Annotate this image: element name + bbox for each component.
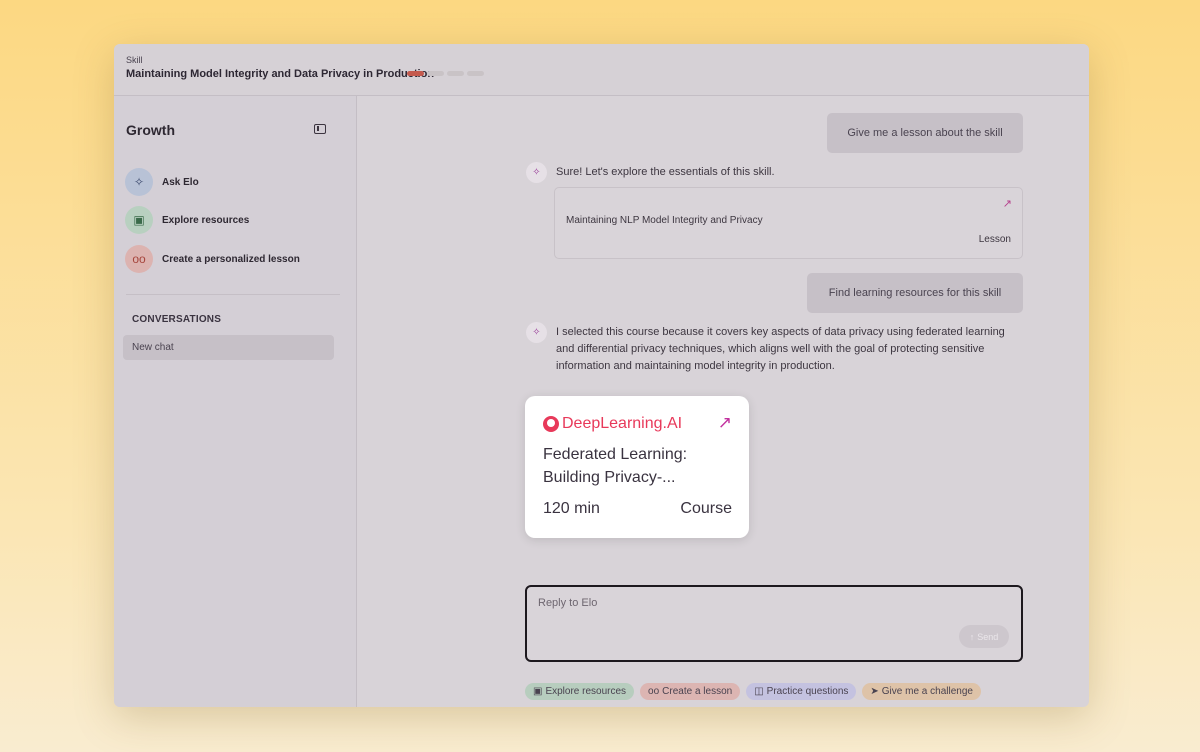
chat-bubbles-icon: ◫ <box>754 686 764 697</box>
sidebar-collapse-icon[interactable] <box>314 124 326 134</box>
brand-title: Growth <box>126 122 175 138</box>
lesson-title: Maintaining NLP Model Integrity and Priv… <box>566 215 763 226</box>
sparkle-icon: ✧ <box>526 162 547 183</box>
sidebar: Growth ✧ Ask Elo ▣ Explore resources oo … <box>114 96 357 707</box>
chip-label: Give me a challenge <box>881 686 973 697</box>
progress-step <box>447 71 464 76</box>
assistant-text: Sure! Let's explore the essentials of th… <box>556 166 775 178</box>
sidebar-item-ask-elo[interactable]: ✧ Ask Elo <box>125 168 199 196</box>
send-button[interactable]: ↑ Send <box>959 625 1009 648</box>
provider-name: DeepLearning.AI <box>562 415 683 432</box>
deeplearning-ai-logo-mark <box>543 416 559 432</box>
chip-practice-questions[interactable]: ◫ Practice questions <box>746 683 857 700</box>
deeplearning-ai-logo: DeepLearning.AI <box>543 415 682 433</box>
user-message: Find learning resources for this skill <box>807 273 1023 313</box>
sidebar-item-create-lesson[interactable]: oo Create a personalized lesson <box>125 245 300 273</box>
conversations-heading: CONVERSATIONS <box>132 314 222 325</box>
send-label: Send <box>977 631 999 642</box>
progress-step <box>467 71 484 76</box>
reply-composer: ↑ Send <box>525 585 1023 662</box>
app-window: Skill Maintaining Model Integrity and Da… <box>114 44 1089 707</box>
chip-label: Practice questions <box>766 686 849 697</box>
external-link-icon[interactable]: ↗ <box>1003 197 1012 210</box>
assistant-message: ✧ I selected this course because it cove… <box>526 322 1006 375</box>
skill-kicker: Skill <box>126 55 143 65</box>
chip-explore-resources[interactable]: ▣ Explore resources <box>525 683 635 700</box>
send-plane-icon: ➤ <box>870 686 879 697</box>
assistant-text: I selected this course because it covers… <box>556 326 1005 372</box>
sidebar-item-label: Ask Elo <box>162 176 199 188</box>
lesson-type: Lesson <box>978 234 1011 245</box>
book-icon: ▣ <box>125 206 153 234</box>
lesson-card[interactable]: ↗ Maintaining NLP Model Integrity and Pr… <box>554 187 1023 259</box>
book-icon: ▣ <box>533 686 543 697</box>
reply-input[interactable] <box>538 597 1008 609</box>
chip-label: Explore resources <box>545 686 627 697</box>
sparkle-icon: ✧ <box>526 322 547 343</box>
external-link-icon[interactable]: ↗ <box>718 413 732 433</box>
chat-area: Give me a lesson about the skill ✧ Sure!… <box>357 96 1089 707</box>
progress-step <box>427 71 444 76</box>
skill-title: Maintaining Model Integrity and Data Pri… <box>126 68 435 80</box>
arrow-up-icon: ↑ <box>969 631 975 642</box>
glasses-icon: oo <box>648 686 660 697</box>
sidebar-divider <box>126 294 340 295</box>
sidebar-item-label: Create a personalized lesson <box>162 253 300 265</box>
chip-give-challenge[interactable]: ➤ Give me a challenge <box>862 683 981 700</box>
course-title: Federated Learning: Building Privacy-... <box>543 446 688 486</box>
conversation-item[interactable]: New chat <box>123 335 334 360</box>
assistant-message: ✧ Sure! Let's explore the essentials of … <box>526 162 775 183</box>
sparkle-icon: ✧ <box>125 168 153 196</box>
skill-header: Skill Maintaining Model Integrity and Da… <box>114 44 1089 96</box>
course-type: Course <box>680 500 732 517</box>
course-card[interactable]: DeepLearning.AI ↗ Federated Learning: Bu… <box>525 396 749 538</box>
glasses-icon: oo <box>125 245 153 273</box>
course-duration: 120 min <box>543 500 600 517</box>
skill-progress <box>407 71 484 76</box>
sidebar-item-label: Explore resources <box>162 214 250 226</box>
progress-step <box>407 71 424 76</box>
chip-label: Create a lesson <box>662 686 733 697</box>
user-message: Give me a lesson about the skill <box>827 113 1023 153</box>
sidebar-item-explore-resources[interactable]: ▣ Explore resources <box>125 206 249 234</box>
suggestion-chips: ▣ Explore resources oo Create a lesson ◫… <box>525 683 981 700</box>
chip-create-lesson[interactable]: oo Create a lesson <box>640 683 741 700</box>
